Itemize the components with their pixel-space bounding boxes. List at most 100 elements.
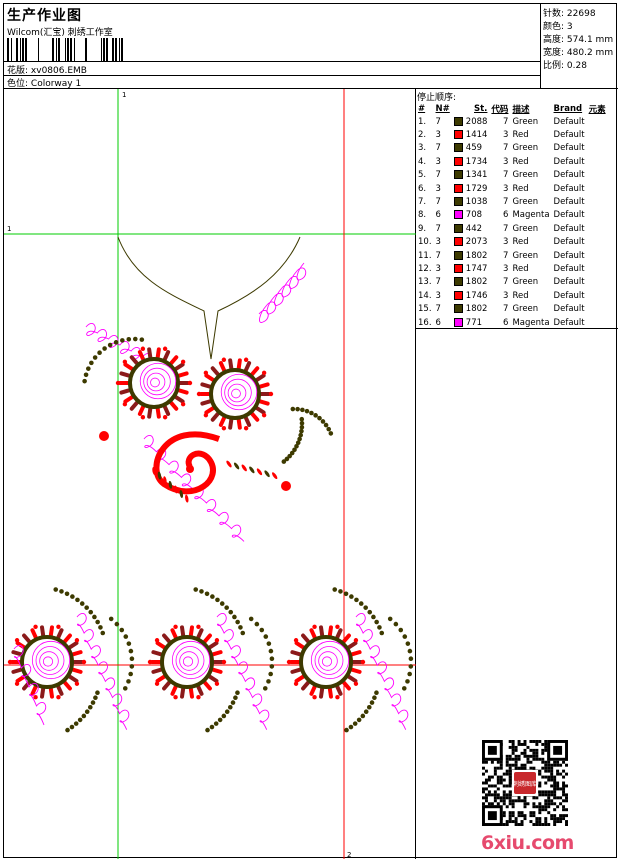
flower-dot — [162, 415, 168, 420]
stitch-dot — [290, 406, 296, 412]
stitch-dot — [268, 648, 274, 654]
row-stitches: 1341 — [465, 170, 488, 181]
row-description: Green — [512, 223, 539, 234]
stitch-dot — [263, 634, 269, 639]
guide-label: 2 — [347, 851, 351, 859]
row-index: 9. — [418, 223, 427, 234]
embroidery-motifs — [7, 262, 414, 733]
flower-dot — [56, 624, 61, 630]
flower-dot — [196, 694, 201, 700]
flower-dot — [74, 681, 80, 686]
flower-dot — [293, 681, 299, 686]
flower-ring — [20, 635, 74, 689]
stitch-dot — [128, 671, 133, 677]
row-brand: Default — [553, 277, 585, 288]
row-code: 6 — [503, 210, 509, 221]
row-needle: 3 — [435, 263, 441, 274]
row-needle: 3 — [435, 156, 441, 167]
stitch-dot — [204, 591, 210, 597]
row-stitches: 1747 — [465, 263, 488, 274]
flower-dot — [187, 380, 193, 386]
stitch-dot — [217, 717, 223, 723]
row-code: 7 — [503, 197, 509, 208]
stitch-dot — [363, 709, 369, 715]
row-brand: Default — [553, 116, 585, 127]
flower-dot — [162, 346, 168, 351]
stitch-dot — [205, 727, 210, 733]
embroidery-preview: 1 1 2 — [4, 89, 416, 859]
color-swatch — [453, 143, 463, 153]
flower-dot — [122, 401, 128, 407]
stitch-dot — [398, 627, 404, 633]
stitch-dot — [133, 336, 138, 342]
flower-dot — [14, 638, 20, 643]
stitch-dot — [84, 605, 89, 610]
stitch-dot — [119, 627, 125, 633]
row-index: 4. — [418, 156, 427, 167]
row-code: 6 — [503, 317, 509, 328]
stitch-dot — [402, 634, 408, 639]
row-code: 7 — [503, 143, 509, 154]
row-stitches: 2073 — [465, 237, 488, 248]
magenta-loop-trail — [258, 262, 307, 323]
row-description: Green — [512, 197, 539, 208]
flower-dot — [221, 426, 227, 431]
stop-sequence-table: # N# St. 代码 描述 Brand 元素 1. 7 2088 7 Green Def… — [416, 102, 608, 329]
col-code: 代码 — [491, 104, 509, 115]
stitch-dot — [209, 724, 215, 730]
table-row: 16. 6 771 6 Magenta Default — [416, 316, 608, 329]
stitch-dot — [64, 591, 70, 597]
guide-label: 1 — [7, 225, 11, 233]
stitch-dot — [360, 713, 366, 719]
flower-dot — [268, 391, 274, 397]
flower-dot — [243, 357, 249, 362]
leaf — [185, 494, 189, 503]
row-stitches: 1038 — [465, 197, 488, 208]
flower-dot — [154, 681, 160, 686]
qr-code: 刺绣图库 — [482, 740, 568, 826]
row-needle: 7 — [435, 197, 441, 208]
color-swatch — [453, 250, 463, 260]
row-brand: Default — [553, 197, 585, 208]
row-index: 16. — [418, 317, 432, 328]
row-needle: 7 — [435, 223, 441, 234]
stitch-dot — [93, 695, 98, 701]
row-needle: 3 — [435, 130, 441, 141]
flower-dot — [140, 415, 146, 420]
table-row: 10. 3 2073 3 Red Default — [416, 236, 608, 249]
row-description: Magenta — [512, 210, 550, 221]
flower-dot — [56, 694, 61, 700]
stitch-dot — [262, 686, 268, 691]
table-row: 4. 3 1734 3 Red Default — [416, 155, 608, 168]
flower-dot — [293, 638, 299, 643]
stitch-dot — [248, 616, 254, 622]
flower-dot — [221, 357, 227, 362]
flower-dot — [221, 659, 227, 665]
col-description: 描述 — [512, 104, 530, 115]
row-stitches: 771 — [465, 317, 483, 328]
stitch-dot — [126, 336, 132, 342]
stitch-dot — [269, 656, 275, 662]
flower-dot — [74, 638, 80, 643]
stitch-dot — [129, 664, 135, 669]
red-bud — [281, 481, 291, 491]
stitch-dot — [299, 424, 305, 430]
swirl-center — [186, 465, 194, 473]
row-index: 14. — [418, 290, 432, 301]
flower-dot — [243, 426, 249, 431]
company-name: Wilcom(汇宝) 刺绣工作室 — [7, 28, 113, 38]
stitch-dot — [215, 597, 220, 603]
stitch-dot — [107, 342, 113, 348]
stitch-dot — [299, 428, 304, 434]
stitch-dot — [232, 614, 237, 620]
stitch-dot — [213, 721, 219, 726]
stitch-dot — [372, 695, 377, 701]
table-row: 12. 3 1747 3 Red Default — [416, 262, 608, 275]
stitch-dot — [323, 422, 329, 428]
row-code: 7 — [503, 277, 509, 288]
flower-dot — [203, 412, 209, 418]
stitch-dot — [281, 459, 287, 464]
row-index: 11. — [418, 250, 432, 261]
row-brand: Default — [553, 304, 585, 315]
row-index: 12. — [418, 263, 432, 274]
